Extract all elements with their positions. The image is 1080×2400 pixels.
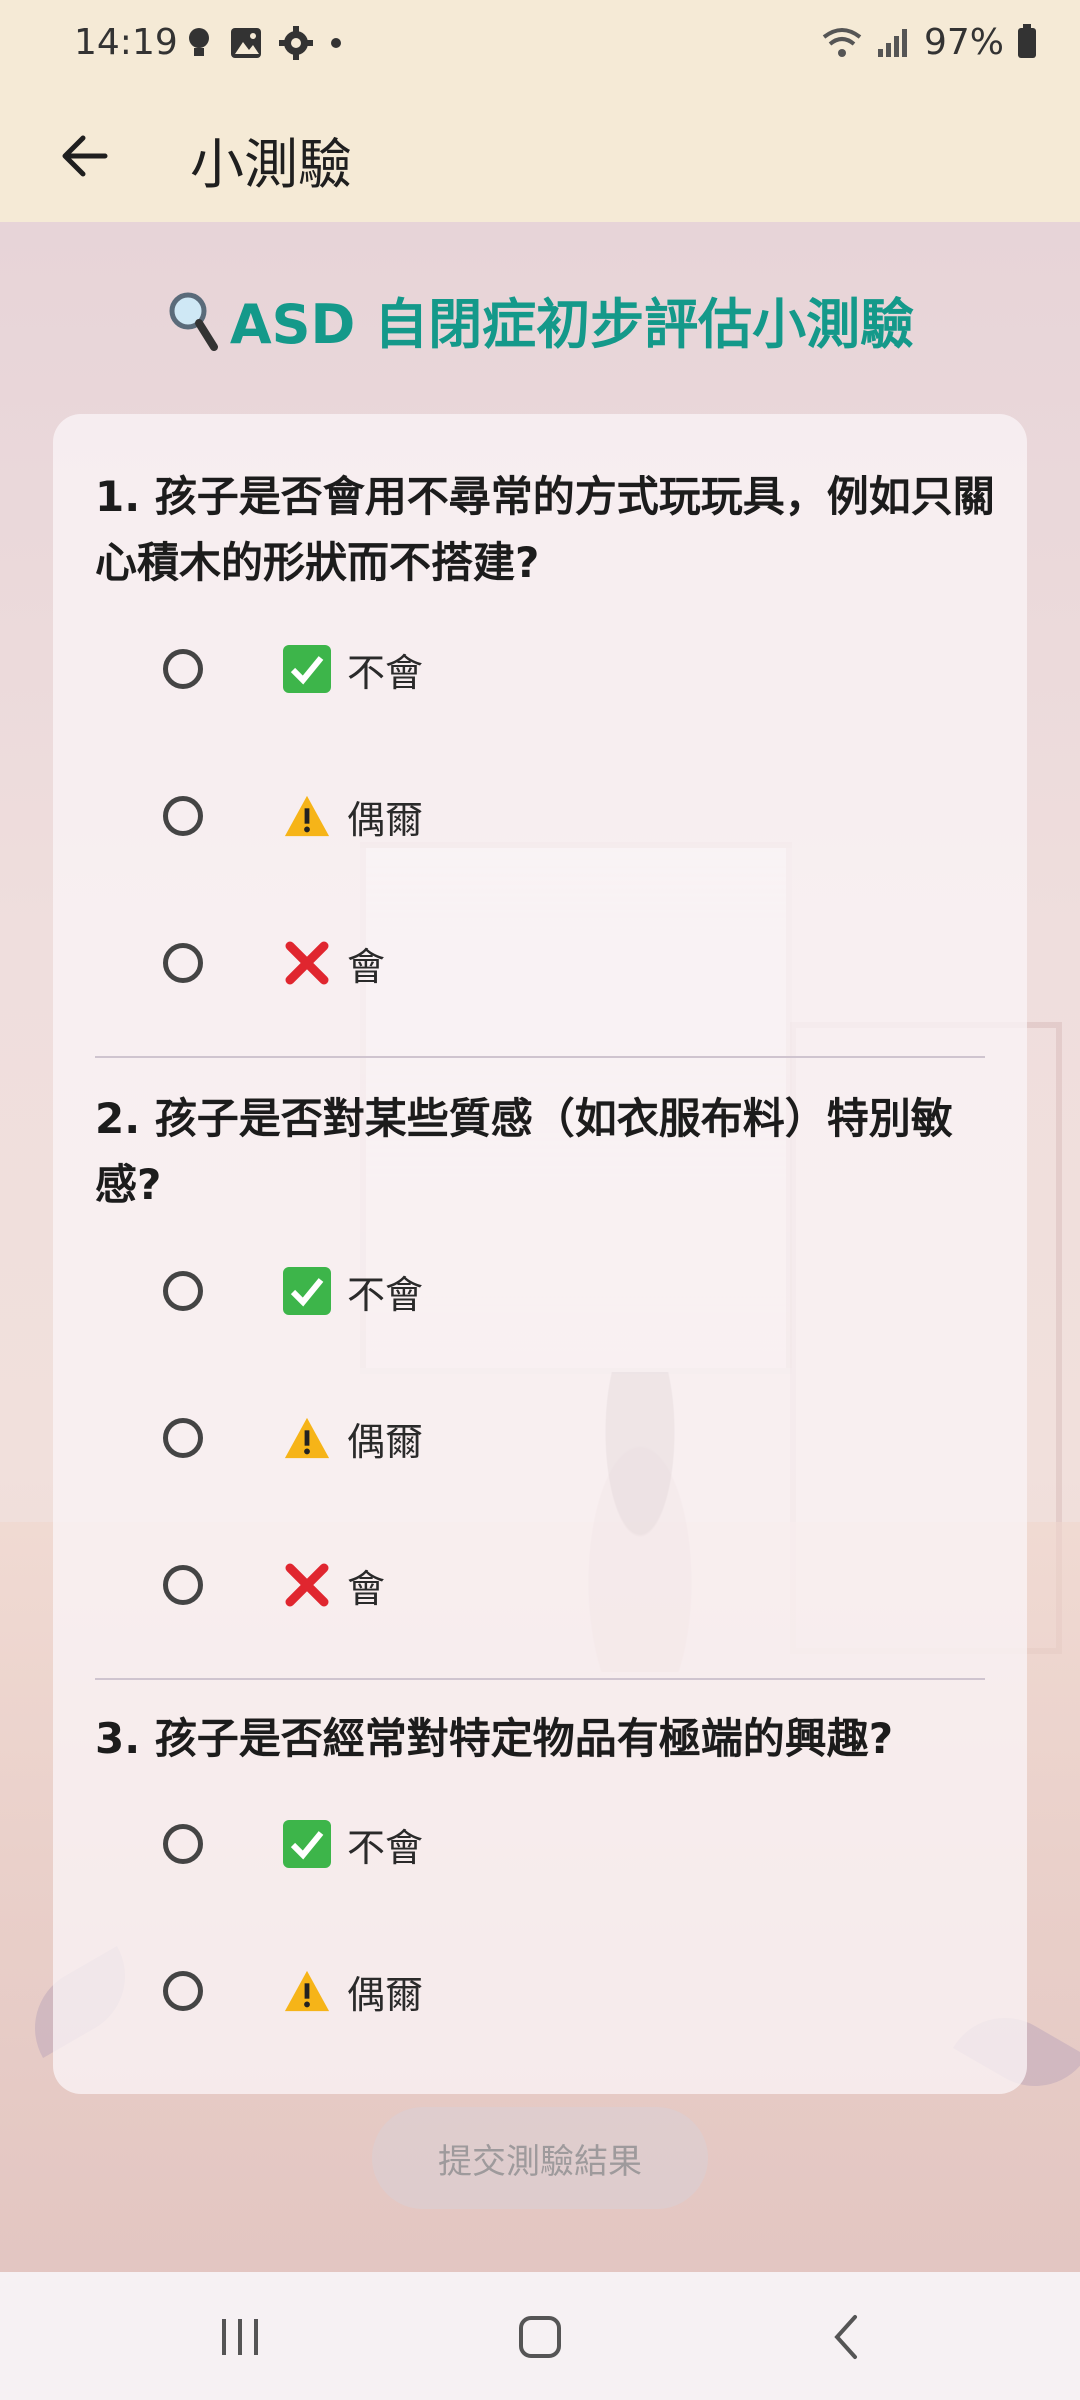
question-2-option-sometimes[interactable]: 偶爾 (163, 1393, 763, 1483)
app-bar: 小測驗 (0, 90, 1080, 222)
check-mark-icon (283, 1267, 331, 1315)
divider (95, 1056, 985, 1058)
battery-percent: 97% (923, 22, 1004, 63)
radio-button[interactable] (163, 1565, 203, 1605)
option-label: 偶爾 (347, 1419, 424, 1464)
radio-button[interactable] (163, 1418, 203, 1458)
question-2-option-yes[interactable]: 會 (163, 1540, 763, 1630)
option-label: 偶爾 (347, 1972, 424, 2017)
question-3-text: 3. 孩子是否經常對特定物品有極端的興趣? (95, 1714, 894, 1763)
signal-icon (877, 28, 907, 57)
question-1-option-yes[interactable]: 會 (163, 918, 763, 1008)
dot-icon (331, 38, 341, 48)
option-label: 不會 (347, 1825, 424, 1870)
option-label: 不會 (347, 650, 424, 695)
radio-button[interactable] (163, 1824, 203, 1864)
warning-icon (283, 1967, 331, 2015)
quiz-title: ASD 自閉症初步評估小測驗 (0, 280, 1080, 359)
battery-icon (1018, 23, 1036, 58)
radio-button[interactable] (163, 796, 203, 836)
status-time: 14:19 (74, 22, 178, 63)
lightbulb-icon (189, 28, 209, 56)
question-1-option-no[interactable]: 不會 (163, 624, 763, 714)
question-3-option-no[interactable]: 不會 (163, 1799, 763, 1889)
radio-button[interactable] (163, 943, 203, 983)
question-3-option-sometimes[interactable]: 偶爾 (163, 1946, 763, 2036)
option-label: 偶爾 (347, 797, 424, 842)
warning-icon (283, 792, 331, 840)
nav-back-button[interactable] (806, 2302, 886, 2372)
radio-button[interactable] (163, 1971, 203, 2011)
quiz-title-text: ASD 自閉症初步評估小測驗 (229, 293, 915, 356)
arrow-left-icon (62, 135, 108, 177)
image-icon (231, 28, 261, 58)
question-1-option-sometimes[interactable]: 偶爾 (163, 771, 763, 861)
status-bar: 14:19 97% (0, 0, 1080, 90)
chevron-left-icon (834, 2315, 857, 2359)
cross-mark-icon (283, 1561, 331, 1609)
divider (95, 1678, 985, 1680)
wifi-icon (822, 27, 862, 57)
question-1-text: 1. 孩子是否會用不尋常的方式玩玩具，例如只關心積木的形狀而不搭建? (95, 472, 995, 587)
check-mark-icon (283, 645, 331, 693)
question-2-option-no[interactable]: 不會 (163, 1246, 763, 1336)
radio-button[interactable] (163, 649, 203, 689)
screen: 14:19 97% 小測驗 ASD 自閉症初步評估小測驗 1. 孩子是否會用不尋… (0, 0, 1080, 2400)
question-2-text: 2. 孩子是否對某些質感（如衣服布料）特別敏感? (95, 1094, 953, 1209)
home-icon (519, 2316, 561, 2358)
recent-apps-button[interactable] (200, 2302, 280, 2372)
recent-apps-icon (222, 2319, 258, 2355)
check-mark-icon (283, 1820, 331, 1868)
magnifier-icon (169, 292, 218, 351)
option-label: 會 (347, 1566, 386, 1611)
cross-mark-icon (283, 939, 331, 987)
radio-button[interactable] (163, 1271, 203, 1311)
system-nav-bar (0, 2272, 1080, 2400)
page-title: 小測驗 (190, 133, 352, 196)
home-button[interactable] (500, 2302, 580, 2372)
submit-button[interactable]: 提交測驗結果 (372, 2107, 708, 2209)
warning-icon (283, 1414, 331, 1462)
option-label: 不會 (347, 1272, 424, 1317)
status-system-icons: 97% (822, 22, 1036, 63)
option-label: 會 (347, 944, 386, 989)
gear-icon (279, 26, 313, 60)
status-notification-icons (185, 26, 343, 60)
back-button[interactable] (40, 112, 128, 200)
quiz-card: 1. 孩子是否會用不尋常的方式玩玩具，例如只關心積木的形狀而不搭建? 不會 偶爾… (53, 414, 1027, 2094)
